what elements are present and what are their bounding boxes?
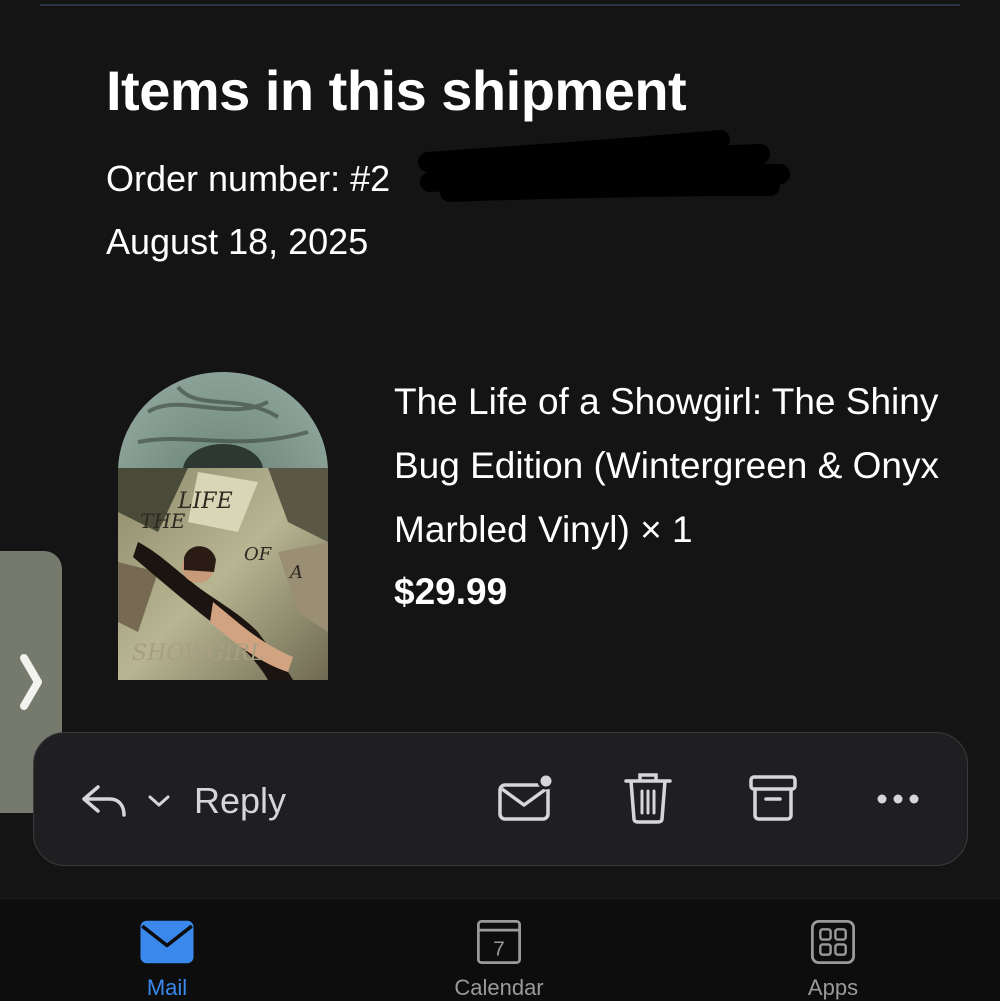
message-action-bar: Reply <box>33 732 968 866</box>
product-details: The Life of a Showgirl: The Shiny Bug Ed… <box>394 370 954 622</box>
shipment-heading: Items in this shipment <box>106 59 687 122</box>
calendar-day-number: 7 <box>493 937 504 960</box>
mark-unread-icon[interactable] <box>496 773 556 823</box>
product-price: $29.99 <box>394 571 508 612</box>
cover-text-a: A <box>288 562 303 583</box>
archive-icon[interactable] <box>748 773 800 823</box>
apps-icon <box>810 919 856 965</box>
album-cover-image: THE LIFE OF A SHOWGIRL <box>118 372 328 680</box>
tab-mail[interactable]: Mail <box>117 899 217 1001</box>
cover-text-showgirl: SHOWGIRL <box>132 641 264 666</box>
trash-icon[interactable] <box>622 771 674 825</box>
chevron-down-icon <box>148 795 170 807</box>
order-number: Order number: #2 <box>106 158 391 199</box>
cover-text-life: LIFE <box>177 489 233 514</box>
tab-apps[interactable]: Apps <box>783 899 883 1001</box>
order-date: August 18, 2025 <box>106 221 369 262</box>
tab-label-apps: Apps <box>807 975 859 1000</box>
tab-label-mail: Mail <box>146 975 188 1000</box>
calendar-icon: 7 <box>476 919 522 965</box>
reply-button[interactable]: Reply <box>80 779 286 823</box>
product-title: The Life of a Showgirl: The Shiny Bug Ed… <box>394 381 939 550</box>
cover-text-of: OF <box>244 544 273 565</box>
tab-calendar[interactable]: 7 Calendar <box>429 899 569 1001</box>
mail-icon <box>140 920 194 964</box>
reply-arrow-icon <box>82 785 126 817</box>
bottom-tab-bar: Mail 7 Calendar Apps <box>0 898 1000 1001</box>
tab-label-calendar: Calendar <box>454 975 544 1000</box>
more-icon[interactable] <box>874 789 922 809</box>
top-divider <box>40 4 960 6</box>
chevron-right-icon <box>20 654 42 710</box>
redaction-scribble <box>418 130 790 202</box>
reply-label: Reply <box>194 780 287 821</box>
